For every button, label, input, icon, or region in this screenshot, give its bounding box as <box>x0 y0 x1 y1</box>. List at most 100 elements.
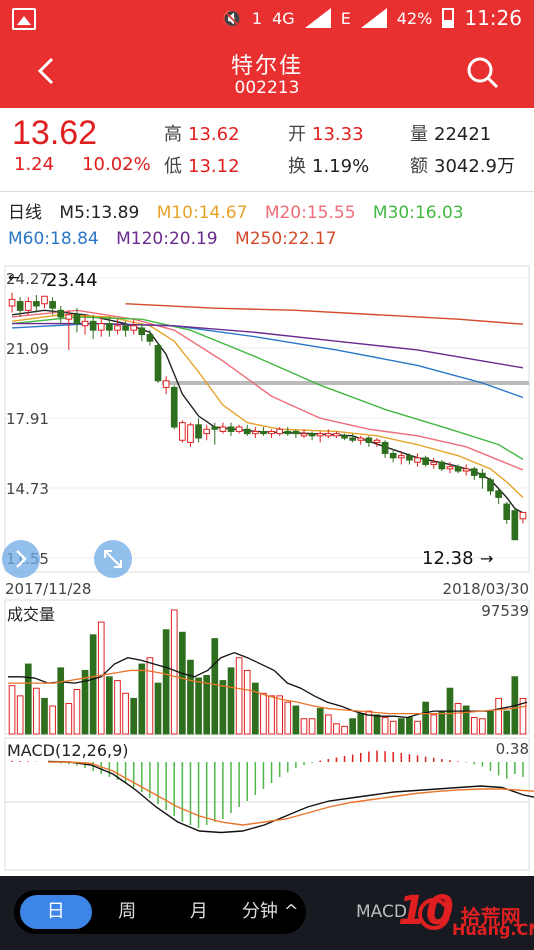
price-axis-label: 21.09 <box>6 340 49 358</box>
turnover-cell: 换 1.19% <box>288 152 369 178</box>
volume-max: 97539 <box>481 602 529 620</box>
status-bar: 🔇 1 4G E 42% 11:26 <box>0 0 534 38</box>
ma-item-m5: M5:13.89 <box>59 203 140 223</box>
volume-bar <box>49 705 56 735</box>
volume-bar <box>316 708 324 735</box>
candle-body <box>349 437 356 441</box>
volume-bar <box>106 676 113 735</box>
stock-code: 002213 <box>234 78 300 98</box>
open-value: 13.33 <box>312 124 364 145</box>
candle-body <box>397 455 405 459</box>
volume-bar <box>406 716 413 735</box>
candle-body <box>503 503 511 520</box>
volume-bar <box>381 716 389 735</box>
turnover-value: 1.19% <box>312 156 370 177</box>
candle-body <box>446 466 454 470</box>
volume-bar <box>324 714 332 735</box>
period-selector: 日 周 月 分钟 ^ <box>14 890 306 934</box>
volume-bar <box>24 663 32 735</box>
image-icon <box>12 8 36 30</box>
period-minute[interactable]: 分钟 ^ <box>235 895 307 929</box>
open-cell: 开 13.33 <box>288 120 364 146</box>
candle-body <box>122 325 129 331</box>
scroll-left-button[interactable] <box>2 540 40 578</box>
price-grid <box>5 277 529 559</box>
volume-title: 成交量 <box>7 605 55 624</box>
high-cell: 高 13.62 <box>164 120 240 146</box>
candle-body <box>414 457 421 463</box>
volume-bar <box>146 657 154 735</box>
candle-body <box>130 325 138 331</box>
volume-bar <box>414 720 421 735</box>
fullscreen-button[interactable] <box>94 540 132 578</box>
candle-body <box>33 301 40 307</box>
min-price-marker: 12.38 <box>422 548 474 569</box>
candle-body <box>49 301 56 309</box>
candle-body <box>89 320 97 331</box>
volume-cell: 量 22421 <box>410 120 491 146</box>
title-bar: 特尔佳 002213 <box>0 38 534 108</box>
period-week[interactable]: 周 <box>92 895 164 929</box>
ma-line-m60 <box>12 322 524 399</box>
candle-body <box>495 490 502 498</box>
last-price: 13.62 <box>12 114 98 152</box>
candle-body <box>324 433 332 437</box>
low-label: 低 <box>164 156 182 177</box>
candle-body <box>81 320 89 327</box>
kline-charts[interactable]: 24.2721.0917.9114.7311.55 23.44 ← 12.38 … <box>0 258 534 873</box>
volume-bar <box>219 680 227 735</box>
candle-body <box>106 323 113 331</box>
quote-panel: 13.62 1.24 10.02% 高 13.62 开 13.33 量 22421 低1… <box>0 108 534 192</box>
candle-body <box>406 455 413 461</box>
volume-bar <box>16 695 24 735</box>
candle-body <box>341 435 348 439</box>
candle-body <box>170 386 178 428</box>
candle-body <box>292 430 300 435</box>
macd-title: MACD(12,26,9) <box>7 741 129 760</box>
candle-body <box>138 327 146 336</box>
volume-bar <box>276 695 284 735</box>
amount-cell: 额 3042.9万 <box>410 152 515 178</box>
ma-item-m20: M20:15.55 <box>264 203 356 223</box>
period-day[interactable]: 日 <box>20 895 92 929</box>
volume-bar <box>89 634 97 735</box>
candle-body <box>41 295 48 305</box>
high-value: 13.62 <box>188 124 240 145</box>
candle-body <box>195 424 202 439</box>
battery-percent: 42% <box>396 8 433 28</box>
volume-bar <box>292 705 300 735</box>
candle-body <box>24 301 32 311</box>
ma-lines <box>11 303 524 514</box>
max-price-marker: 23.44 <box>46 270 98 291</box>
period-month[interactable]: 月 <box>163 895 235 929</box>
candle-body <box>462 468 470 472</box>
candle-body <box>219 426 227 432</box>
network-type-4g: 4G <box>272 8 295 28</box>
candle-body <box>316 433 324 437</box>
start-date: 2017/11/28 <box>5 580 91 598</box>
volume-bar <box>57 667 65 735</box>
volume-bar <box>308 718 316 735</box>
ma-line-m250 <box>125 303 523 325</box>
volume-bar <box>300 718 308 735</box>
ma-item-m250: M250:22.17 <box>235 229 337 249</box>
candle-body <box>16 301 24 311</box>
volume-bar <box>503 710 511 735</box>
volume-bar <box>33 687 40 735</box>
volume-bar <box>179 631 186 735</box>
volume-bar <box>73 689 81 735</box>
mute-icon: 🔇 <box>222 8 242 28</box>
candle-body <box>97 323 105 331</box>
volume-bar <box>114 680 121 735</box>
volume-bar <box>170 609 178 735</box>
candle-body <box>365 437 373 443</box>
volume-bar <box>195 677 202 735</box>
macd-lines <box>47 760 534 834</box>
candle-body <box>308 433 316 437</box>
volume-bar <box>438 710 446 735</box>
chart-area[interactable]: 24.2721.0917.9114.7311.55 23.44 ← 12.38 … <box>0 258 534 873</box>
volume-bar <box>41 697 48 735</box>
search-icon[interactable] <box>466 56 500 90</box>
candle-body <box>284 430 292 435</box>
volume-bar <box>211 638 219 735</box>
